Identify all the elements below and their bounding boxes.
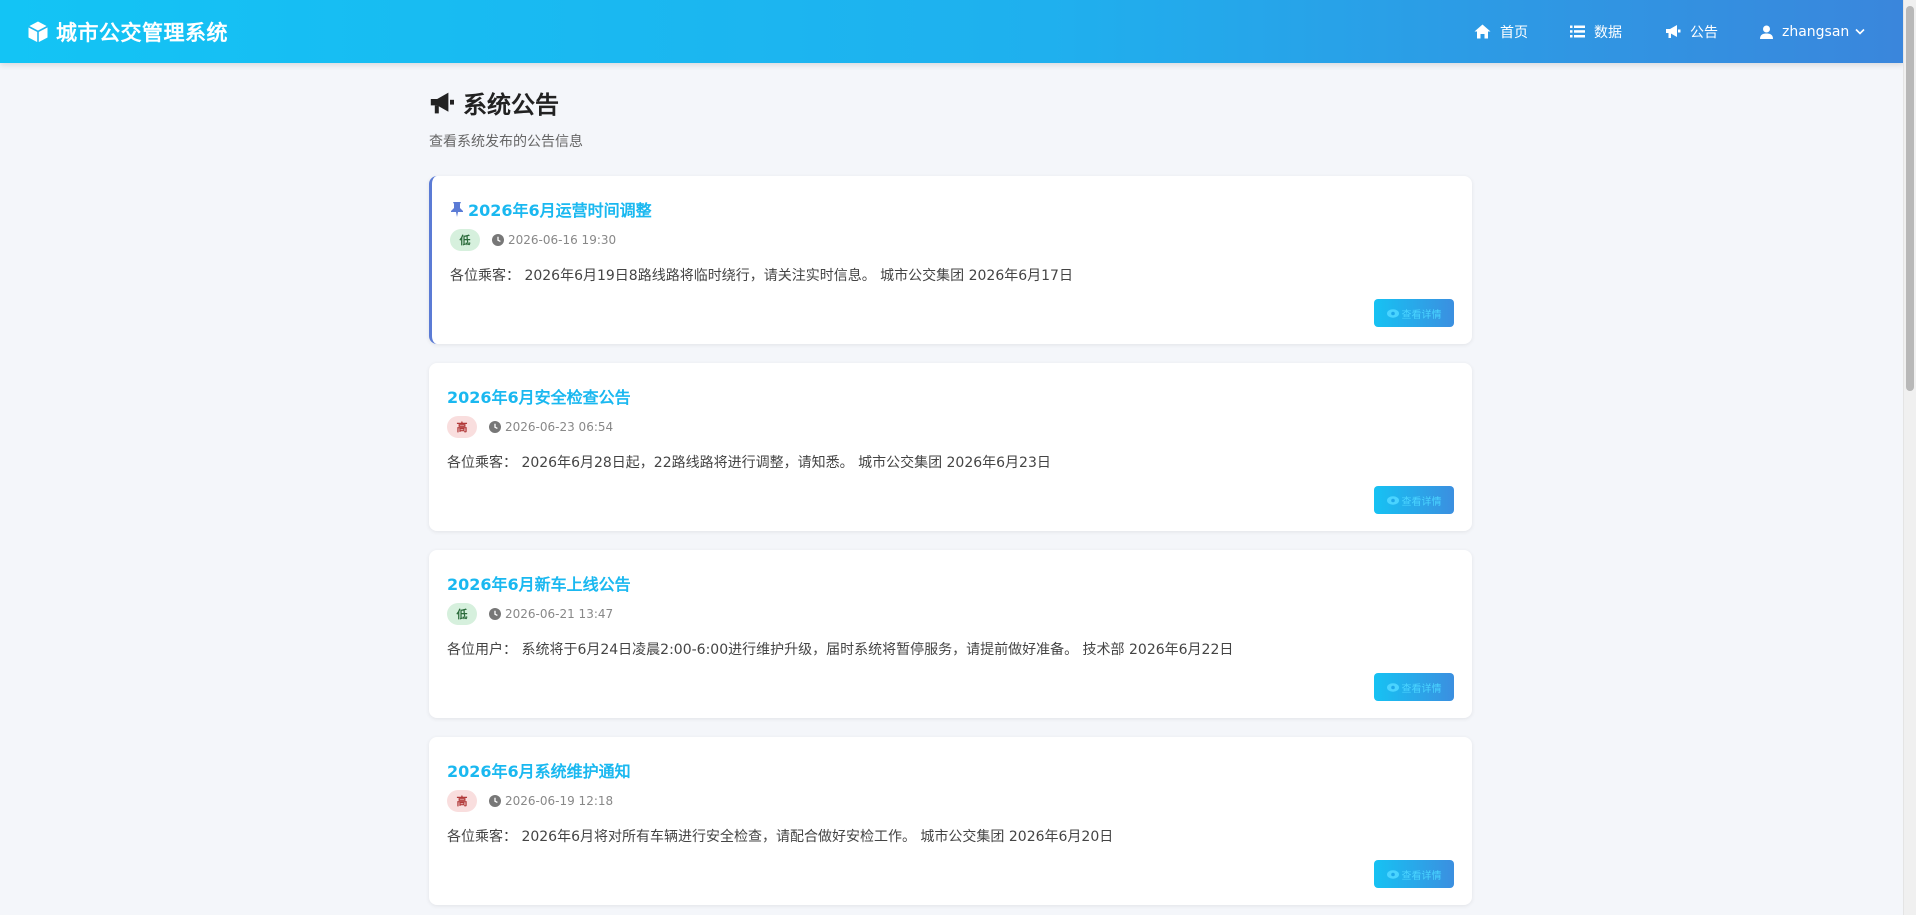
notice-card: 2026年6月运营时间调整 低 2026-06-16 19:30 各位乘客： 2… xyxy=(429,176,1472,344)
cube-icon xyxy=(26,20,50,44)
notice-time-text: 2026-06-16 19:30 xyxy=(508,233,617,247)
megaphone-icon xyxy=(430,92,454,113)
notice-content: 各位乘客： 2026年6月将对所有车辆进行安全检查，请配合做好安检工作。 城市公… xyxy=(447,829,1114,845)
notice-time: 2026-06-21 13:47 xyxy=(489,607,613,621)
page-subtitle: 查看系统发布的公告信息 xyxy=(429,134,583,150)
view-detail-label: 查看详情 xyxy=(1401,683,1442,695)
notice-title-text: 2026年6月系统维护通知 xyxy=(447,762,631,781)
notice-title-text: 2026年6月运营时间调整 xyxy=(468,201,652,220)
view-detail-label: 查看详情 xyxy=(1401,870,1442,882)
notice-meta: 低 2026-06-16 19:30 xyxy=(450,229,616,251)
notice-time: 2026-06-23 06:54 xyxy=(489,420,613,434)
notice-title-text: 2026年6月安全检查公告 xyxy=(447,388,631,407)
notice-meta: 低 2026-06-21 13:47 xyxy=(447,603,613,625)
nav-home-label: 首页 xyxy=(1500,24,1528,41)
priority-badge: 低 xyxy=(450,229,480,251)
notice-content: 各位用户： 系统将于6月24日凌晨2:00-6:00进行维护升级，届时系统将暂停… xyxy=(447,642,1234,658)
notice-title-text: 2026年6月新车上线公告 xyxy=(447,575,631,594)
brand[interactable]: 城市公交管理系统 xyxy=(26,0,228,63)
notice-time-text: 2026-06-21 13:47 xyxy=(505,607,614,621)
notice-meta: 高 2026-06-19 12:18 xyxy=(447,790,613,812)
nav-user-menu[interactable]: zhangsan xyxy=(1760,0,1874,63)
nav-data[interactable]: 数据 xyxy=(1570,0,1622,63)
view-detail-button[interactable]: 查看详情 xyxy=(1374,299,1454,327)
notice-meta: 高 2026-06-23 06:54 xyxy=(447,416,613,438)
notice-content: 各位乘客： 2026年6月28日起，22路线路将进行调整，请知悉。 城市公交集团… xyxy=(447,455,1051,471)
page-title: 系统公告 xyxy=(429,85,559,120)
priority-badge: 低 xyxy=(447,603,477,625)
notice-card: 2026年6月安全检查公告 高 2026-06-23 06:54 各位乘客： 2… xyxy=(429,363,1472,531)
clock-icon xyxy=(489,608,501,620)
nav-notice-label: 公告 xyxy=(1690,24,1718,41)
nav-data-label: 数据 xyxy=(1594,24,1622,41)
view-detail-button[interactable]: 查看详情 xyxy=(1374,673,1454,701)
pin-icon xyxy=(451,202,463,217)
chevron-down-icon xyxy=(1855,28,1865,35)
notice-time-text: 2026-06-19 12:18 xyxy=(505,794,614,808)
notice-title[interactable]: 2026年6月安全检查公告 xyxy=(447,384,631,408)
app-title: 城市公交管理系统 xyxy=(56,20,228,45)
nav-notice[interactable]: 公告 xyxy=(1665,0,1718,63)
scrollbar[interactable] xyxy=(1903,0,1916,915)
home-icon xyxy=(1474,24,1491,39)
notice-time: 2026-06-19 12:18 xyxy=(489,794,613,808)
eye-icon xyxy=(1386,308,1399,318)
notice-title[interactable]: 2026年6月系统维护通知 xyxy=(447,758,631,782)
notice-title[interactable]: 2026年6月新车上线公告 xyxy=(447,571,631,595)
nav-home[interactable]: 首页 xyxy=(1474,0,1528,63)
clock-icon xyxy=(492,234,504,246)
view-detail-label: 查看详情 xyxy=(1401,496,1442,508)
priority-badge: 高 xyxy=(447,416,477,438)
page-title-text: 系统公告 xyxy=(463,91,559,119)
view-detail-button[interactable]: 查看详情 xyxy=(1374,486,1454,514)
list-icon xyxy=(1570,25,1585,38)
megaphone-icon xyxy=(1666,25,1681,38)
notice-card: 2026年6月系统维护通知 高 2026-06-19 12:18 各位乘客： 2… xyxy=(429,737,1472,905)
clock-icon xyxy=(489,795,501,807)
notice-time: 2026-06-16 19:30 xyxy=(492,233,616,247)
view-detail-button[interactable]: 查看详情 xyxy=(1374,860,1454,888)
scrollbar-thumb[interactable] xyxy=(1906,6,1914,391)
notice-card: 2026年6月新车上线公告 低 2026-06-21 13:47 各位用户： 系… xyxy=(429,550,1472,718)
priority-badge: 高 xyxy=(447,790,477,812)
eye-icon xyxy=(1386,869,1399,879)
eye-icon xyxy=(1386,495,1399,505)
user-icon xyxy=(1760,25,1773,39)
notice-content: 各位乘客： 2026年6月19日8路线路将临时绕行，请关注实时信息。 城市公交集… xyxy=(450,268,1073,284)
notice-title[interactable]: 2026年6月运营时间调整 xyxy=(450,197,652,221)
nav-user-label: zhangsan xyxy=(1782,23,1850,40)
clock-icon xyxy=(489,421,501,433)
eye-icon xyxy=(1386,682,1399,692)
view-detail-label: 查看详情 xyxy=(1401,309,1442,321)
notice-time-text: 2026-06-23 06:54 xyxy=(505,420,614,434)
top-navbar: 城市公交管理系统 首页 数据 公告 zhangsan xyxy=(0,0,1904,63)
